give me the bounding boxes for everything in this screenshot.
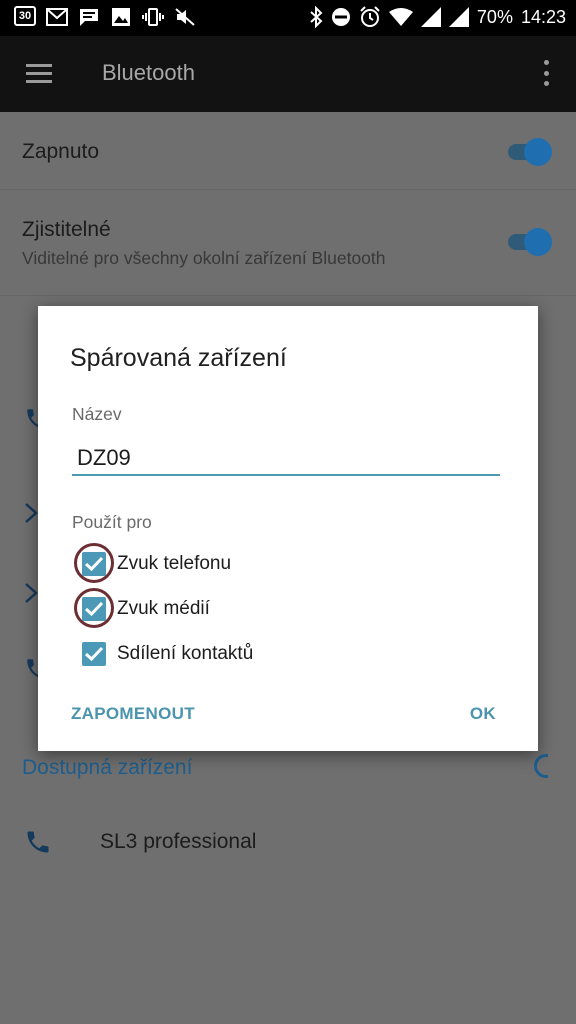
signal-icon (420, 7, 441, 27)
option-label: Zvuk médií (117, 598, 210, 619)
forget-button[interactable]: ZAPOMENOUT (71, 704, 195, 724)
alarm-icon (360, 6, 380, 27)
phone-icon (24, 828, 52, 862)
setting-discoverable-desc: Viditelné pro všechny okolní zařízení Bl… (22, 248, 386, 268)
bluetooth-icon (310, 6, 323, 28)
option-label: Sdílení kontaktů (117, 643, 254, 664)
enabled-toggle[interactable] (504, 136, 552, 166)
setting-discoverable[interactable]: Zjistitelné Viditelné pro všechny okolní… (0, 190, 576, 296)
gmail-icon (46, 6, 68, 28)
available-devices-header: Dostupná zařízení (22, 756, 193, 779)
wifi-icon (388, 8, 413, 26)
name-label: Název (72, 404, 122, 424)
app-bar: Bluetooth (0, 36, 576, 112)
media-audio-checkbox[interactable] (74, 588, 114, 628)
signal-icon (448, 7, 469, 27)
option-phone-audio[interactable]: Zvuk telefonu (74, 543, 232, 583)
vibrate-icon (142, 6, 164, 28)
discoverable-toggle[interactable] (504, 226, 552, 256)
check-icon (84, 556, 104, 572)
dialog-title: Spárovaná zařízení (70, 344, 287, 372)
paired-device-dialog: Spárovaná zařízení Název Použít pro Zvuk… (38, 306, 538, 751)
message-icon (78, 6, 100, 28)
phone-audio-checkbox[interactable] (74, 543, 114, 583)
mute-icon (174, 6, 196, 28)
available-device-name[interactable]: SL3 professional (100, 830, 256, 854)
status-bar: 30 70% 14:23 (0, 0, 576, 36)
contact-sharing-checkbox[interactable] (82, 642, 106, 666)
setting-enabled[interactable]: Zapnuto (0, 112, 576, 190)
setting-enabled-label: Zapnuto (22, 140, 100, 163)
page-title: Bluetooth (102, 60, 195, 85)
use-for-label: Použít pro (72, 512, 152, 532)
setting-discoverable-label: Zjistitelné (22, 218, 111, 241)
chevron-right-icon (24, 502, 38, 530)
calendar-icon: 30 (14, 6, 36, 26)
device-name-input[interactable] (72, 442, 500, 476)
option-media-audio[interactable]: Zvuk médií (74, 588, 210, 628)
menu-icon[interactable] (26, 64, 52, 84)
option-contact-sharing[interactable]: Sdílení kontaktů (82, 641, 253, 667)
check-icon (84, 646, 104, 662)
more-options-icon[interactable] (544, 60, 550, 86)
scanning-spinner-icon (534, 754, 548, 778)
ok-button[interactable]: OK (470, 704, 496, 724)
image-icon (110, 6, 132, 28)
option-label: Zvuk telefonu (117, 553, 232, 574)
chevron-right-icon (24, 582, 38, 610)
dnd-icon (331, 8, 350, 26)
clock: 14:23 (520, 6, 566, 27)
battery-percent: 70% (476, 6, 513, 27)
check-icon (84, 601, 104, 617)
